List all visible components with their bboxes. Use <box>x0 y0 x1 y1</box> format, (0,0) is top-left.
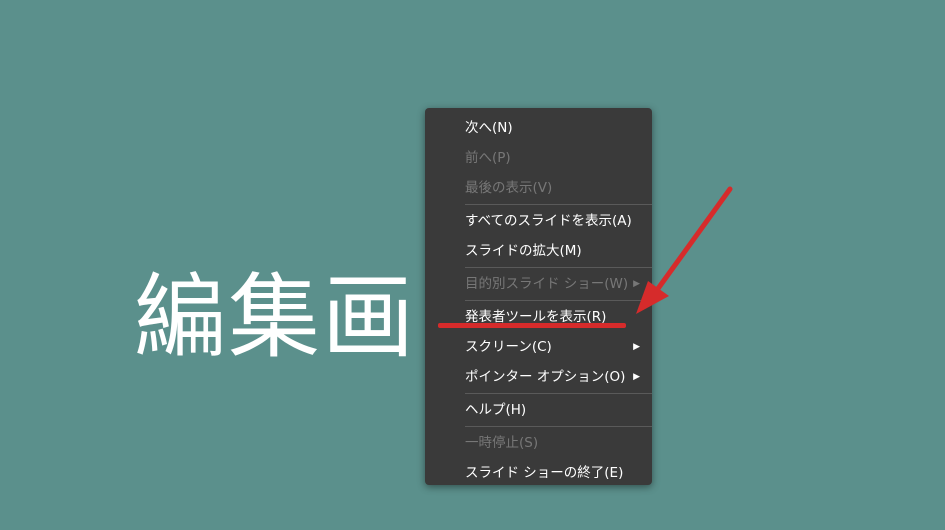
red-arrow-icon <box>636 186 733 314</box>
